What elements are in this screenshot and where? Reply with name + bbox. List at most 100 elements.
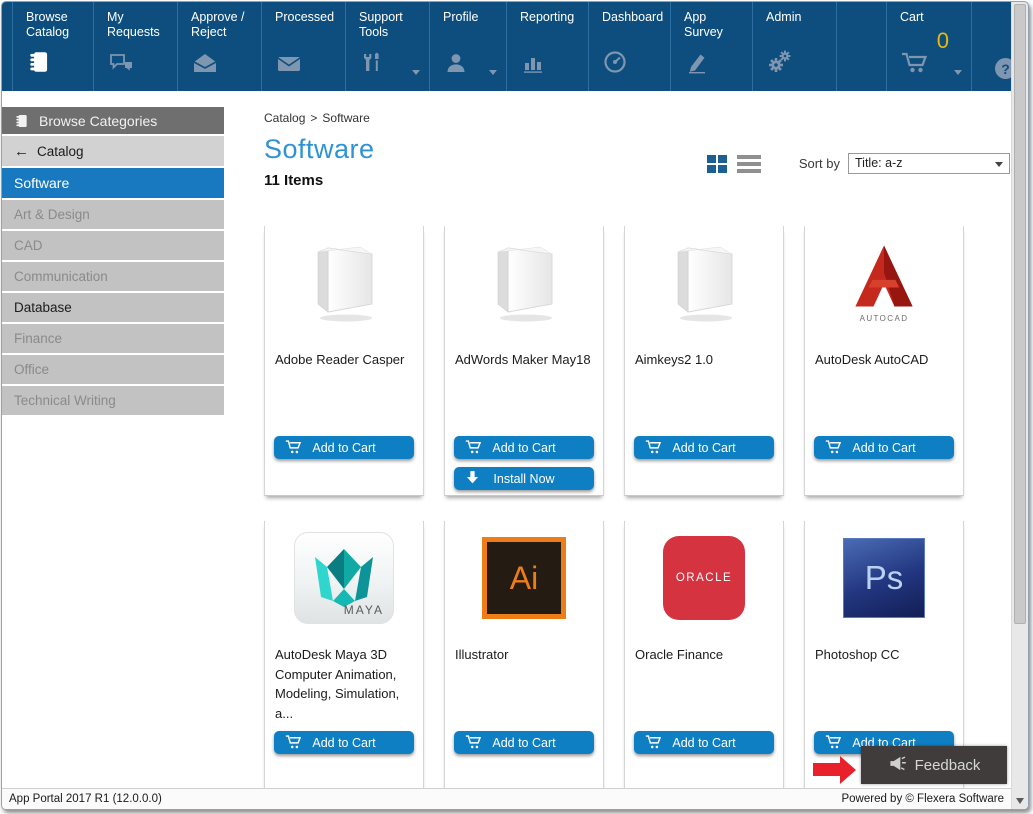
- nav-my-requests[interactable]: My Requests: [94, 2, 178, 91]
- autocad-logo-text: AUTOCAD: [860, 314, 909, 323]
- sidebar-item-technical-writing[interactable]: Technical Writing: [2, 386, 224, 415]
- items-count: 11 Items: [264, 172, 1014, 189]
- install-now-label: Install Now: [493, 472, 554, 486]
- nav-admin[interactable]: Admin: [753, 2, 837, 91]
- product-card-oracle-finance[interactable]: ORACLE Oracle Finance Add to Cart: [624, 521, 784, 791]
- product-title: Aimkeys2 1.0: [635, 350, 773, 370]
- product-title: AdWords Maker May18: [455, 350, 593, 370]
- chevron-down-icon: [954, 70, 962, 75]
- sort-select[interactable]: Title: a-z: [848, 153, 1010, 174]
- sidebar-header: Browse Categories: [2, 107, 224, 134]
- nav-browse-catalog-label: Browse Catalog: [13, 2, 93, 40]
- gauge-icon: [602, 49, 628, 80]
- nav-support-tools-label: Support Tools: [346, 2, 429, 40]
- install-now-button[interactable]: Install Now: [454, 467, 594, 490]
- add-to-cart-button[interactable]: Add to Cart: [454, 731, 594, 754]
- sidebar-item-art-design[interactable]: Art & Design: [2, 200, 224, 229]
- gears-icon: [766, 49, 794, 80]
- sidebar-back-catalog[interactable]: ← Catalog: [2, 136, 224, 166]
- cart-icon: [465, 734, 482, 750]
- main-area: Browse Categories ← Catalog Software Art…: [2, 91, 1028, 417]
- add-to-cart-button[interactable]: Add to Cart: [814, 436, 954, 459]
- oracle-logo-icon: ORACLE: [635, 527, 773, 629]
- product-card-adwords-maker[interactable]: AdWords Maker May18 Add to Cart Install …: [444, 226, 604, 496]
- footer-bar: App Portal 2017 R1 (12.0.0.0) Powered by…: [2, 788, 1011, 809]
- chevron-down-icon: [489, 70, 497, 75]
- catalog-book-icon: [26, 49, 53, 80]
- product-card-autocad[interactable]: AUTOCAD AutoDesk AutoCAD Add to Cart: [804, 226, 964, 496]
- add-to-cart-button[interactable]: Add to Cart: [274, 731, 414, 754]
- nav-app-survey[interactable]: App Survey: [671, 2, 753, 91]
- illustrator-logo-text: Ai: [510, 560, 538, 597]
- nav-cart[interactable]: Cart 0: [887, 2, 972, 91]
- generic-box-icon: [635, 232, 773, 334]
- top-navigation: Browse Catalog My Requests Approve / Rej…: [2, 2, 1028, 91]
- sidebar-item-office[interactable]: Office: [2, 355, 224, 384]
- illustrator-logo-icon: Ai: [455, 527, 593, 629]
- nav-app-survey-label: App Survey: [671, 2, 752, 40]
- chevron-down-icon: [412, 70, 420, 75]
- content-area: Catalog>Software Software 11 Items Sort …: [224, 91, 1028, 417]
- nav-browse-catalog[interactable]: Browse Catalog: [12, 2, 94, 91]
- nav-admin-label: Admin: [753, 2, 836, 25]
- nav-dashboard[interactable]: Dashboard: [589, 2, 671, 91]
- add-to-cart-button[interactable]: Add to Cart: [634, 731, 774, 754]
- scrollbar-down-arrow-icon[interactable]: [1016, 798, 1024, 804]
- add-to-cart-label: Add to Cart: [312, 441, 375, 455]
- list-view-icon[interactable]: [737, 155, 761, 173]
- autocad-logo-icon: AUTOCAD: [815, 232, 953, 334]
- scrollbar-thumb[interactable]: [1014, 4, 1026, 624]
- nav-processed[interactable]: Processed: [262, 2, 346, 91]
- cart-icon: [825, 439, 842, 455]
- sort-select-value: Title: a-z: [855, 156, 902, 170]
- sidebar-item-label: CAD: [14, 238, 43, 253]
- feedback-label: Feedback: [915, 757, 981, 774]
- nav-support-tools[interactable]: Support Tools: [346, 2, 430, 91]
- add-to-cart-button[interactable]: Add to Cart: [454, 436, 594, 459]
- add-to-cart-button[interactable]: Add to Cart: [274, 436, 414, 459]
- grid-view-icon[interactable]: [707, 155, 727, 173]
- nav-approve-reject-label: Approve / Reject: [178, 2, 261, 40]
- cart-icon: [645, 734, 662, 750]
- nav-approve-reject[interactable]: Approve / Reject: [178, 2, 262, 91]
- product-title: AutoDesk Maya 3D Computer Animation, Mod…: [275, 645, 413, 723]
- sidebar-item-software[interactable]: Software: [2, 168, 224, 198]
- product-card-aimkeys2[interactable]: Aimkeys2 1.0 Add to Cart: [624, 226, 784, 496]
- sidebar-item-communication[interactable]: Communication: [2, 262, 224, 291]
- sidebar-item-label: Database: [14, 300, 72, 315]
- nav-reporting[interactable]: Reporting: [507, 2, 589, 91]
- view-sort-toolbar: Sort by Title: a-z: [707, 153, 1010, 174]
- add-to-cart-label: Add to Cart: [312, 736, 375, 750]
- product-card-illustrator[interactable]: Ai Illustrator Add to Cart: [444, 521, 604, 791]
- sidebar-item-cad[interactable]: CAD: [2, 231, 224, 260]
- sidebar-categories: Browse Categories ← Catalog Software Art…: [2, 107, 224, 417]
- megaphone-icon: [888, 755, 907, 776]
- sidebar-item-finance[interactable]: Finance: [2, 324, 224, 353]
- breadcrumb-separator: >: [310, 111, 317, 125]
- add-to-cart-button[interactable]: Add to Cart: [634, 436, 774, 459]
- product-title: Oracle Finance: [635, 645, 773, 665]
- cart-icon: [285, 439, 302, 455]
- feedback-button[interactable]: Feedback: [861, 746, 1007, 784]
- maya-logo-icon: MAYA: [275, 527, 413, 629]
- sidebar-item-label: Art & Design: [14, 207, 90, 222]
- add-to-cart-label: Add to Cart: [492, 736, 555, 750]
- powered-by-text: Powered by © Flexera Software: [841, 793, 1004, 805]
- product-card-adobe-reader-casper[interactable]: Adobe Reader Casper Add to Cart: [264, 226, 424, 496]
- sidebar-item-database[interactable]: Database: [2, 293, 224, 322]
- breadcrumb-catalog[interactable]: Catalog: [264, 111, 305, 125]
- cart-icon: [825, 734, 842, 750]
- nav-profile[interactable]: Profile: [430, 2, 507, 91]
- oracle-logo-text: ORACLE: [676, 572, 732, 584]
- product-title: AutoDesk AutoCAD: [815, 350, 953, 370]
- sort-by-label: Sort by: [799, 156, 840, 171]
- maya-logo-text: MAYA: [344, 603, 384, 617]
- cart-icon: [645, 439, 662, 455]
- annotation-arrow: [813, 763, 840, 776]
- catalog-book-icon: [14, 113, 30, 129]
- product-card-maya[interactable]: MAYA AutoDesk Maya 3D Computer Animation…: [264, 521, 424, 791]
- photoshop-logo-text: Ps: [865, 559, 904, 597]
- envelope-open-icon: [191, 51, 219, 80]
- sidebar-back-label: Catalog: [37, 144, 84, 159]
- app-window: Browse Catalog My Requests Approve / Rej…: [1, 1, 1029, 810]
